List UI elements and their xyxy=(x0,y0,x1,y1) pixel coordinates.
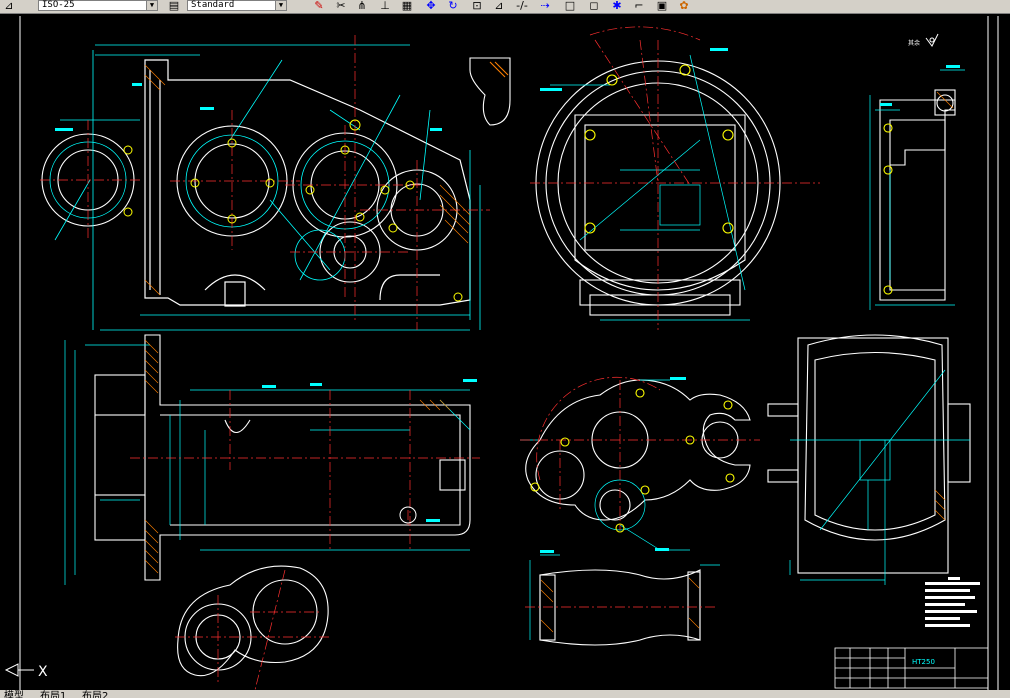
array-icon[interactable]: ▦ xyxy=(400,0,414,12)
rotate-icon[interactable]: ↻ xyxy=(446,0,460,12)
extend-icon[interactable]: ⇢ xyxy=(538,0,552,12)
tab-layout1[interactable]: 布局1 xyxy=(40,690,66,698)
chamfer-icon[interactable]: ◻ xyxy=(587,0,601,12)
box-icon[interactable]: ▣ xyxy=(655,0,669,12)
dimstyle-combo[interactable]: ISO-25 ▼ xyxy=(38,0,158,11)
toolbar: ⊿ ISO-25 ▼ ▤ Standard ▼ ✎ ✂ ⋔ ⊥ ▦ ✥ ↻ ⊡ … xyxy=(0,0,1010,14)
material-label: HT250 xyxy=(912,658,935,666)
offset-icon[interactable]: ⊥ xyxy=(378,0,392,12)
edit-icon[interactable]: ✂ xyxy=(334,0,348,12)
pencil-icon[interactable]: ✎ xyxy=(312,0,326,12)
tab-model[interactable]: 模型 xyxy=(4,690,24,698)
textstyle-value: Standard xyxy=(191,0,235,10)
tab-layout2[interactable]: 布局2 xyxy=(82,690,108,698)
drawing-canvas[interactable]: 其余 HT250 xyxy=(0,14,1010,690)
mirror-icon[interactable]: ⋔ xyxy=(355,0,369,12)
textstyle-combo[interactable]: Standard ▼ xyxy=(187,0,287,11)
paint-icon[interactable]: ✿ xyxy=(677,0,691,12)
trim-icon[interactable]: -/- xyxy=(515,0,529,12)
scale-icon[interactable]: ⊡ xyxy=(470,0,484,12)
svg-text:X: X xyxy=(38,664,48,680)
ucs-icon: X xyxy=(4,663,48,680)
chevron-down-icon[interactable]: ▼ xyxy=(275,1,286,10)
text-style-icon[interactable]: ▤ xyxy=(167,0,181,12)
explode-icon[interactable]: ✱ xyxy=(610,0,624,12)
fillet-icon[interactable]: ⌐ xyxy=(632,0,646,12)
layout-tabs: 模型 布局1 布局2 xyxy=(0,690,1010,698)
dimstyle-value: ISO-25 xyxy=(42,0,75,10)
move-icon[interactable]: ✥ xyxy=(424,0,438,12)
dimension-icon[interactable]: ⊿ xyxy=(2,0,16,12)
chevron-down-icon[interactable]: ▼ xyxy=(146,1,157,10)
break-icon[interactable]: □ xyxy=(563,0,577,12)
surface-symbol-label: 其余 xyxy=(908,39,920,47)
stretch-icon[interactable]: ⊿ xyxy=(492,0,506,12)
